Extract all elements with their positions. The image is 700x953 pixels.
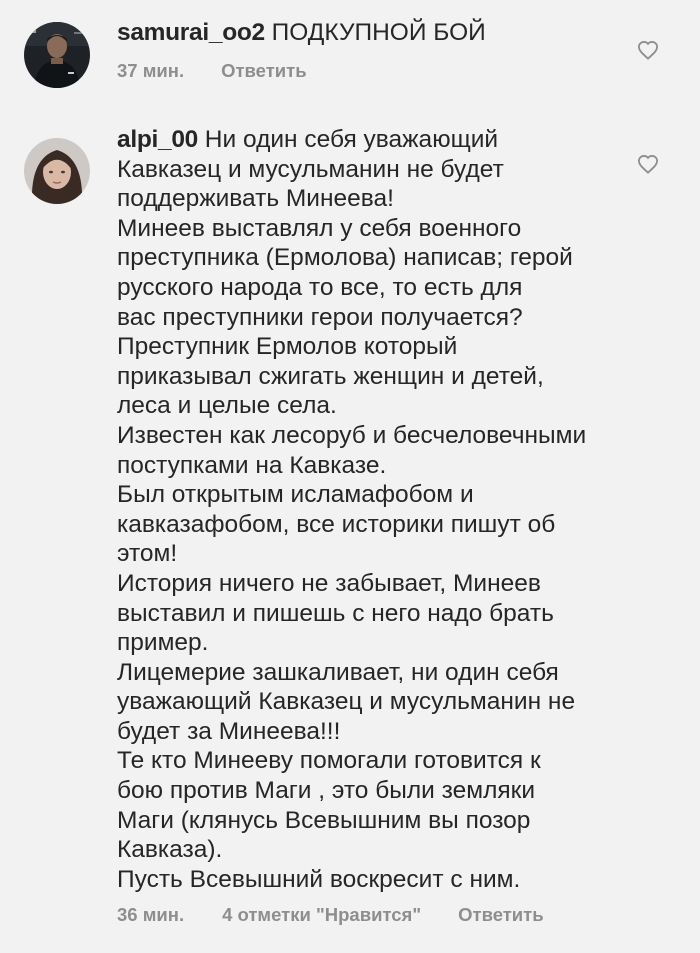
- comment-content: Ни один себя уважающий Кавказец и мусуль…: [117, 126, 587, 893]
- timestamp: 36 мин.: [117, 904, 185, 926]
- comment-text: alpi_00 Ни один себя уважающий Кавказец …: [117, 125, 630, 894]
- likes-count-link[interactable]: 4 отметки "Нравится": [222, 904, 421, 926]
- comment-content: ПОДКУПНОЙ БОЙ: [271, 19, 486, 46]
- comment-text: samurai_oo2 ПОДКУПНОЙ БОЙ: [117, 18, 630, 48]
- avatar[interactable]: [24, 22, 90, 88]
- username-link[interactable]: alpi_00: [117, 126, 198, 153]
- user-avatar-fighter-icon: [24, 22, 90, 88]
- reply-button[interactable]: Ответить: [458, 904, 544, 926]
- user-avatar-woman-icon: [24, 138, 90, 204]
- comment-body: alpi_00 Ни один себя уважающий Кавказец …: [117, 125, 630, 926]
- comment-body: samurai_oo2 ПОДКУПНОЙ БОЙ 37 мин. Ответи…: [117, 18, 630, 82]
- username-link[interactable]: samurai_oo2: [117, 19, 265, 46]
- heart-outline-icon[interactable]: [637, 40, 659, 60]
- comment-meta: 37 мин. Ответить: [117, 60, 630, 82]
- comment-meta: 36 мин. 4 отметки "Нравится" Ответить: [117, 904, 630, 926]
- heart-outline-icon[interactable]: [637, 154, 659, 174]
- avatar[interactable]: [24, 138, 90, 204]
- timestamp: 37 мин.: [117, 59, 185, 81]
- reply-button[interactable]: Ответить: [221, 60, 307, 82]
